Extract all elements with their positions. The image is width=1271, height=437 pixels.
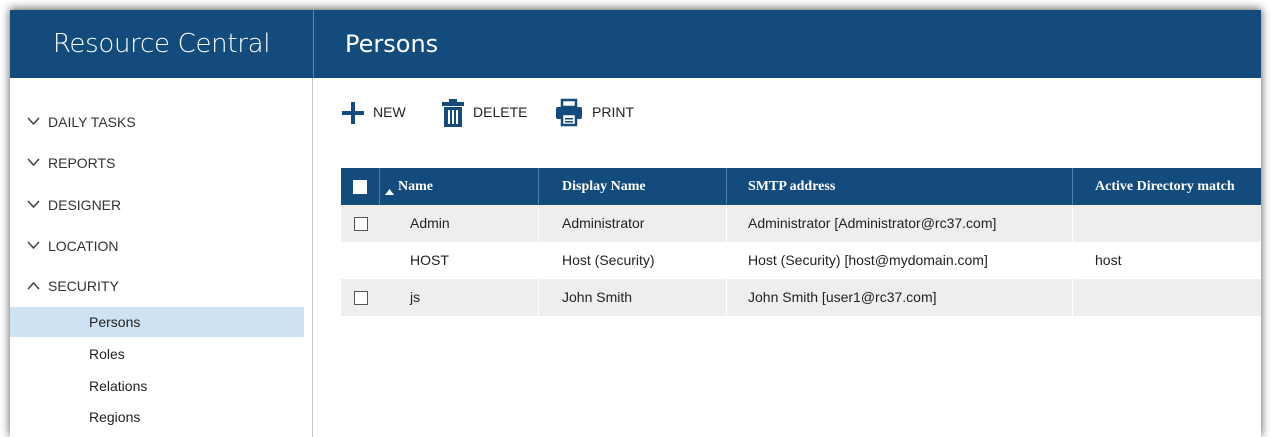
row-checkbox[interactable] — [354, 291, 368, 305]
select-all-checkbox[interactable] — [353, 180, 367, 194]
sidebar: DAILY TASKS REPORTS DESIGNER LOCATION SE… — [10, 78, 313, 437]
top-bar: Resource Central Persons — [10, 10, 1261, 78]
delete-button-label: DELETE — [473, 104, 528, 120]
chevron-down-icon — [27, 107, 41, 137]
row-checkbox[interactable] — [354, 217, 368, 231]
delete-button[interactable]: DELETE — [440, 98, 535, 128]
printer-icon — [555, 98, 583, 131]
sidebar-item-roles[interactable]: Roles — [10, 339, 304, 369]
nav-section-designer[interactable]: DESIGNER — [10, 190, 313, 220]
cell-display-name: Host (Security) — [562, 252, 655, 268]
cell-name: Admin — [410, 215, 450, 231]
sidebar-item-regions[interactable]: Regions — [10, 402, 304, 432]
column-divider — [538, 205, 539, 242]
cell-name: js — [410, 289, 421, 305]
table-header: Name Display Name SMTP address Active Di… — [341, 168, 1261, 205]
table-row[interactable]: HOST Host (Security) Host (Security) [ho… — [341, 242, 1261, 279]
chevron-down-icon — [27, 231, 41, 261]
nav-section-reports[interactable]: REPORTS — [10, 148, 313, 178]
sidebar-border — [312, 78, 313, 437]
column-divider — [379, 168, 380, 205]
app-window: Resource Central Persons DAILY TASKS REP… — [10, 10, 1261, 437]
print-button-label: PRINT — [592, 104, 634, 120]
cell-ad-match: host — [1095, 252, 1122, 268]
new-button[interactable]: NEW — [341, 98, 416, 128]
cell-smtp-address: Administrator [Administrator@rc37.com] — [748, 215, 997, 231]
table-row[interactable]: js John Smith John Smith [user1@rc37.com… — [341, 279, 1261, 316]
cell-smtp-address: John Smith [user1@rc37.com] — [748, 289, 937, 305]
column-divider — [1072, 279, 1073, 316]
sidebar-item-label: Persons — [89, 314, 141, 330]
app-title: Resource Central — [52, 29, 271, 59]
cell-name: HOST — [410, 252, 449, 268]
chevron-down-icon — [27, 190, 41, 220]
nav-section-security[interactable]: SECURITY — [10, 271, 313, 301]
column-header-smtp-address[interactable]: SMTP address — [748, 168, 835, 205]
column-divider — [538, 168, 539, 205]
sidebar-item-relations[interactable]: Relations — [10, 371, 304, 401]
cell-display-name: Administrator — [562, 215, 645, 231]
sidebar-item-label: Relations — [89, 378, 148, 394]
nav-section-label: DAILY TASKS — [48, 114, 136, 130]
nav-section-label: DESIGNER — [48, 197, 122, 213]
chevron-down-icon — [27, 148, 41, 178]
sidebar-item-label: Regions — [89, 409, 141, 425]
nav-section-location[interactable]: LOCATION — [10, 231, 313, 261]
topbar-divider — [313, 10, 314, 78]
column-header-name[interactable]: Name — [398, 168, 433, 205]
page-title: Persons — [345, 30, 439, 58]
nav-section-daily-tasks[interactable]: DAILY TASKS — [10, 107, 313, 137]
trash-icon — [440, 98, 466, 131]
chevron-up-icon — [27, 271, 41, 301]
column-divider — [726, 168, 727, 205]
cell-smtp-address: Host (Security) [host@mydomain.com] — [748, 252, 988, 268]
column-divider — [1072, 168, 1073, 205]
cell-display-name: John Smith — [562, 289, 633, 305]
sort-ascending-icon — [385, 182, 394, 200]
table-row[interactable]: Admin Administrator Administrator [Admin… — [341, 205, 1261, 242]
column-divider — [1072, 205, 1073, 242]
column-header-display-name[interactable]: Display Name — [562, 168, 646, 205]
sidebar-item-persons[interactable]: Persons — [10, 307, 304, 337]
nav-section-label: REPORTS — [48, 155, 116, 171]
print-button[interactable]: PRINT — [555, 98, 645, 128]
plus-icon — [341, 98, 365, 131]
nav-section-label: SECURITY — [48, 278, 119, 294]
column-divider — [538, 279, 539, 316]
column-divider — [726, 279, 727, 316]
column-header-ad-match[interactable]: Active Directory match — [1095, 168, 1235, 205]
sidebar-item-label: Roles — [89, 346, 125, 362]
column-divider — [726, 205, 727, 242]
new-button-label: NEW — [373, 104, 406, 120]
nav-section-label: LOCATION — [48, 238, 119, 254]
